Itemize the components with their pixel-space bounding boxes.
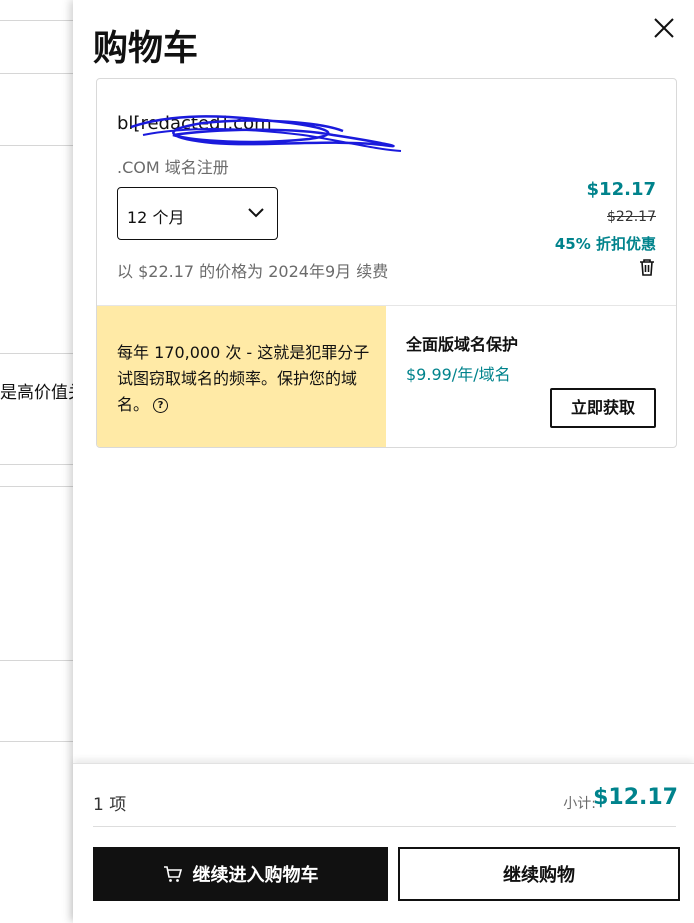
background-page: 是高价值关	[0, 0, 74, 922]
term-select[interactable]: 12 个月	[117, 187, 278, 240]
bg-divider	[0, 20, 74, 21]
get-now-button[interactable]: 立即获取	[550, 388, 656, 428]
product-type: .COM 域名注册	[117, 158, 229, 177]
cart-icon	[163, 866, 182, 882]
discount-label: 45% 折扣优惠	[554, 235, 656, 253]
bg-divider	[0, 73, 74, 74]
bg-divider	[0, 660, 74, 661]
bg-divider	[0, 464, 74, 465]
bg-divider	[0, 145, 74, 146]
bg-divider	[0, 353, 74, 354]
bg-divider	[0, 741, 74, 742]
item-count: 1 项	[93, 795, 127, 815]
cart-title: 购物车	[93, 29, 199, 69]
original-price: $22.17	[607, 209, 656, 225]
promo-banner: 每年 170,000 次 - 这就是犯罪分子试图窃取域名的频率。保护您的域名。?	[97, 305, 386, 447]
subtotal-value: $12.17	[593, 785, 678, 810]
subtotal-label: 小计:	[563, 796, 596, 812]
continue-shopping-button[interactable]: 继续购物	[398, 847, 680, 901]
background-partial-text: 是高价值关	[0, 383, 74, 403]
help-circle-icon[interactable]: ?	[153, 398, 169, 413]
checkout-button[interactable]: 继续进入购物车	[93, 847, 388, 901]
checkout-label: 继续进入购物车	[192, 865, 319, 886]
cart-item-card: bl[redacted].com .COM 域名注册 12 个月 $12.17 …	[96, 78, 677, 448]
cart-footer: 1 项 小计: $12.17 继续进入购物车 继续购物	[73, 763, 694, 923]
close-icon[interactable]	[648, 12, 680, 44]
continue-shopping-label: 继续购物	[503, 865, 575, 886]
upsell-domain-protection: 全面版域名保护 $9.99/年/域名 立即获取	[386, 305, 676, 447]
redaction-scribble	[130, 115, 402, 152]
upsell-price: $9.99/年/域名	[406, 365, 511, 384]
trash-icon[interactable]	[638, 257, 656, 277]
renewal-note: 以 $22.17 的价格为 2024年9月 续费	[117, 262, 389, 281]
cart-drawer: 购物车 bl[redacted].com .COM 域名注册 12 个月 $12…	[73, 0, 694, 923]
upsell-title: 全面版域名保护	[406, 335, 519, 354]
item-price: $12.17	[586, 179, 656, 200]
footer-divider	[93, 826, 676, 827]
bg-divider	[0, 486, 74, 487]
term-value: 12 个月	[127, 208, 185, 227]
chevron-down-icon	[248, 208, 264, 218]
